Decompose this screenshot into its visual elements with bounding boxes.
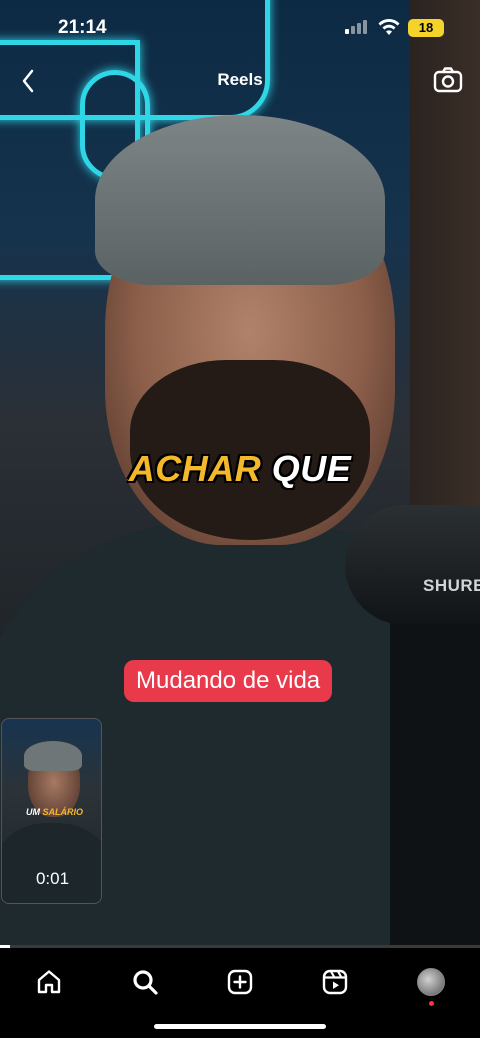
mic-brand: SHURE xyxy=(423,576,480,595)
video-caption: ACHAR QUE xyxy=(0,448,480,490)
cellular-signal-icon xyxy=(345,20,367,34)
reels-icon xyxy=(322,969,348,995)
tab-profile[interactable] xyxy=(409,960,453,1006)
battery-indicator: 18 xyxy=(408,19,444,37)
tab-reels[interactable] xyxy=(313,960,357,1004)
mini-person-shirt xyxy=(2,823,101,903)
tab-home[interactable] xyxy=(27,960,71,1004)
status-bar: 21:14 18 xyxy=(0,0,480,56)
caption-word: QUE xyxy=(271,448,352,489)
home-icon xyxy=(37,970,61,994)
tab-create[interactable] xyxy=(218,960,262,1004)
top-nav: Reels xyxy=(0,60,480,100)
search-icon xyxy=(133,970,158,995)
create-icon xyxy=(227,969,253,995)
tab-search[interactable] xyxy=(123,960,167,1004)
microphone xyxy=(345,505,480,625)
wifi-icon xyxy=(378,19,400,35)
status-time: 21:14 xyxy=(58,17,107,38)
camera-icon[interactable] xyxy=(432,64,464,96)
mic-arm xyxy=(390,620,480,946)
notification-dot xyxy=(429,1001,434,1006)
audio-pill[interactable]: Mudando de vida xyxy=(124,660,333,702)
home-indicator xyxy=(154,1024,326,1029)
mini-caption-highlight: SALÁRIO xyxy=(42,807,84,817)
caption-word-highlight: ACHAR xyxy=(128,448,262,489)
mini-person-cap xyxy=(24,741,82,771)
mini-caption-word: UM xyxy=(26,807,40,817)
mini-preview-thumbnail[interactable]: UM SALÁRIO 0:01 xyxy=(1,718,102,904)
mini-preview-time: 0:01 xyxy=(35,869,70,888)
avatar xyxy=(417,968,445,1006)
mini-caption: UM SALÁRIO xyxy=(26,807,83,817)
person-cap xyxy=(95,115,385,285)
page-title: Reels xyxy=(217,70,263,89)
